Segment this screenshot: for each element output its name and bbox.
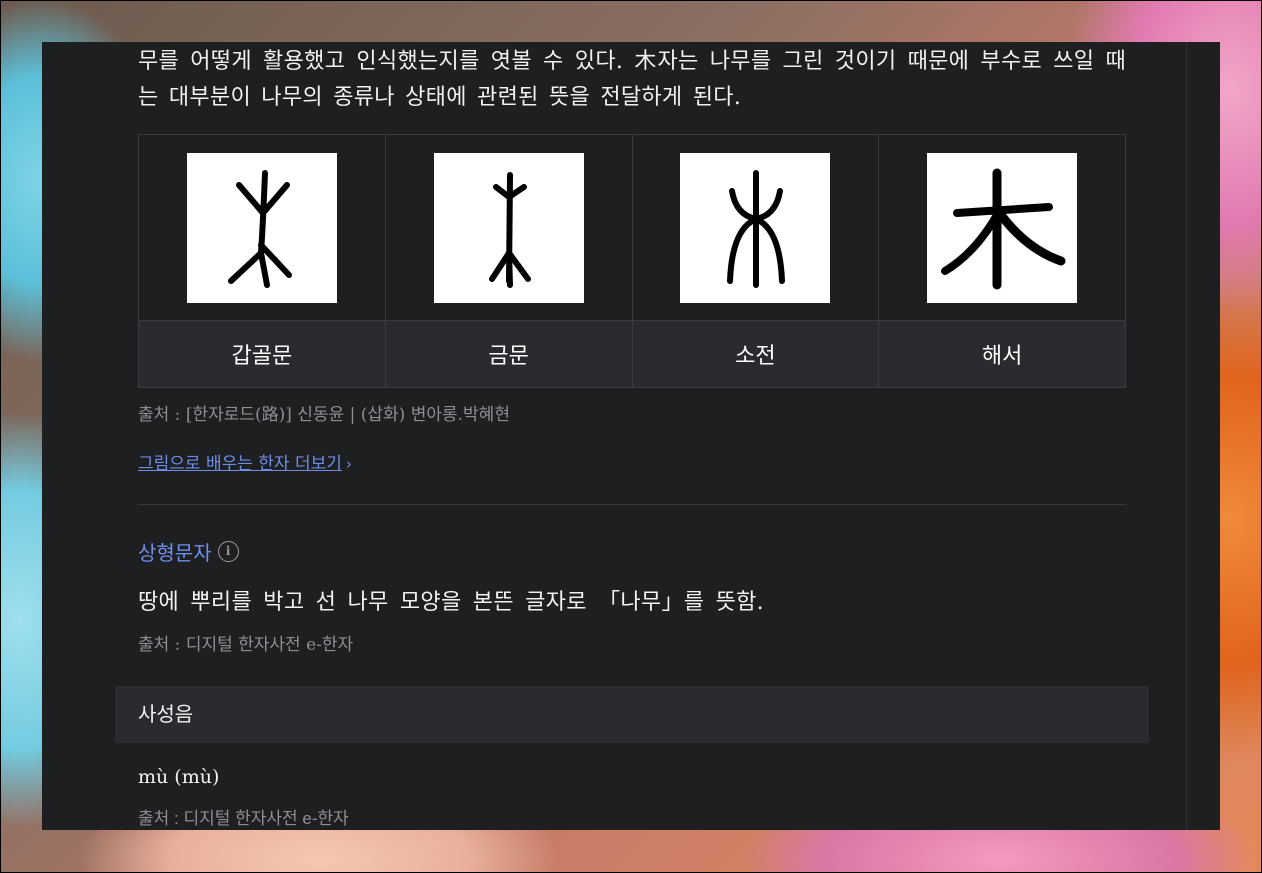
more-link-label[interactable]: 그림으로 배우는 한자 더보기 bbox=[138, 454, 342, 474]
bronze-mu-glyph bbox=[433, 152, 584, 303]
tone-source: 출처 : 디지털 한자사전 e-한자 bbox=[138, 809, 349, 828]
oracle-bone-cell bbox=[138, 134, 386, 321]
regular-mu-glyph bbox=[927, 152, 1078, 303]
script-label-seal: 소전 bbox=[631, 320, 880, 388]
intro-paragraph: 무를 어떻게 활용했고 인식했는지를 엿볼 수 있다. 木자는 나무를 그린 것… bbox=[138, 49, 1126, 110]
formation-meaning: 땅에 뿌리를 박고 선 나무 모양을 본뜬 글자로 「나무」를 뜻함. bbox=[138, 590, 764, 615]
oracle-bone-mu-glyph bbox=[186, 152, 337, 303]
tone-pinyin: mù (mù) bbox=[138, 766, 220, 788]
bronze-cell bbox=[384, 134, 633, 321]
chevron-right-icon[interactable]: › bbox=[346, 455, 352, 473]
seal-mu-glyph bbox=[680, 152, 831, 303]
formation-type-title: 상형문자 bbox=[138, 541, 212, 565]
formation-source: 출처 : 디지털 한자사전 e-한자 bbox=[138, 635, 354, 655]
tone-section-header: 사성음 bbox=[115, 686, 1149, 743]
script-label-regular: 해서 bbox=[878, 320, 1126, 388]
formation-type-row: 상형문자 i bbox=[138, 537, 1126, 566]
panel-divider bbox=[1186, 42, 1187, 830]
script-label-bronze: 금문 bbox=[384, 320, 633, 388]
script-forms-table: 갑골문 금문 소전 해서 bbox=[138, 134, 1126, 388]
regular-cell bbox=[878, 134, 1126, 321]
content-panel: 무를 어떻게 활용했고 인식했는지를 엿볼 수 있다. 木자는 나무를 그린 것… bbox=[42, 42, 1220, 830]
content-column: 무를 어떻게 활용했고 인식했는지를 엿볼 수 있다. 木자는 나무를 그린 것… bbox=[138, 42, 1126, 655]
info-icon[interactable]: i bbox=[217, 541, 239, 562]
script-label-oracle-bone: 갑골문 bbox=[138, 320, 386, 388]
more-hanja-link[interactable]: 그림으로 배우는 한자 더보기 › bbox=[138, 449, 352, 474]
section-divider bbox=[138, 504, 1126, 505]
seal-cell bbox=[631, 134, 880, 321]
script-source: 출처 : [한자로드(路)] 신동윤 | (삽화) 변아롱.박혜현 bbox=[138, 405, 510, 425]
